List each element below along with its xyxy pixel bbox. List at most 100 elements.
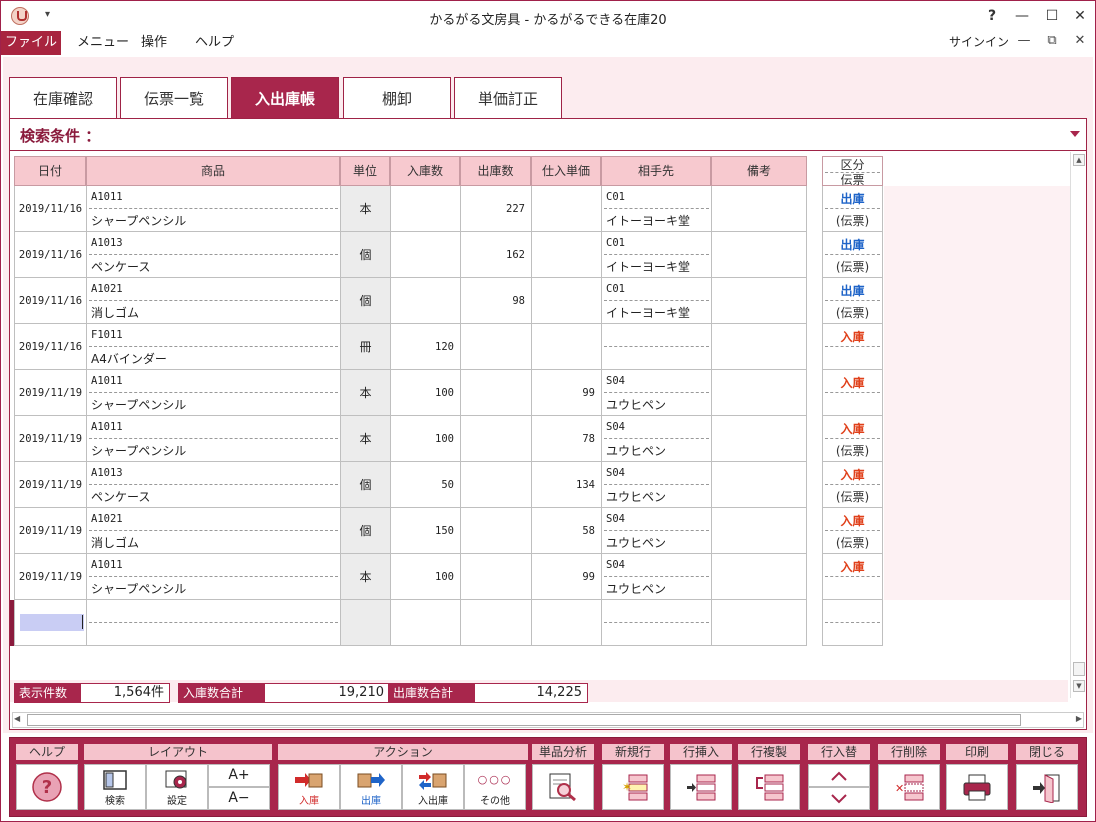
slip-label[interactable]: (伝票): [823, 258, 882, 275]
cell-unit-price[interactable]: [531, 600, 601, 646]
font-increase-button[interactable]: A+: [208, 764, 270, 787]
cell-kubun[interactable]: 出庫 (伝票): [822, 186, 883, 232]
cell-unit[interactable]: 個: [340, 462, 390, 508]
cell-date[interactable]: [10, 600, 86, 646]
menu-help[interactable]: ヘルプ: [183, 31, 246, 55]
slip-label[interactable]: (伝票): [823, 304, 882, 321]
cell-kubun[interactable]: 入庫: [822, 324, 883, 370]
cell-out-qty[interactable]: 227: [460, 186, 531, 232]
cell-in-qty[interactable]: [390, 232, 460, 278]
cell-out-qty[interactable]: [460, 324, 531, 370]
tab-stock-check[interactable]: 在庫確認: [9, 77, 117, 119]
cell-unit[interactable]: 本: [340, 554, 390, 600]
cell-kubun[interactable]: 入庫 (伝票): [822, 508, 883, 554]
move-row-up-button[interactable]: [808, 764, 870, 787]
cell-unit-price[interactable]: [531, 232, 601, 278]
signin-link[interactable]: サインイン: [949, 33, 1009, 50]
kubun-label[interactable]: 入庫: [823, 328, 882, 345]
tab-price-correction[interactable]: 単価訂正: [454, 77, 562, 119]
header-unit-price[interactable]: 仕入単価: [531, 156, 601, 186]
cell-unit[interactable]: 個: [340, 232, 390, 278]
cell-date[interactable]: 2019/11/16: [14, 324, 86, 370]
cell-date[interactable]: 2019/11/19: [14, 370, 86, 416]
cell-partner[interactable]: [601, 324, 711, 370]
cell-in-qty[interactable]: 150: [390, 508, 460, 554]
scroll-down-icon[interactable]: ▼: [1073, 680, 1085, 692]
stock-inout-button[interactable]: 入出庫: [402, 764, 464, 810]
cell-date[interactable]: 2019/11/19: [14, 462, 86, 508]
horizontal-scroll-thumb[interactable]: [27, 714, 1021, 726]
vertical-scrollbar[interactable]: ▲ ▼: [1070, 152, 1086, 698]
cell-unit-price[interactable]: 99: [531, 370, 601, 416]
cell-product[interactable]: A1011 シャープペンシル: [86, 416, 340, 462]
cell-kubun[interactable]: [822, 600, 883, 646]
cell-out-qty[interactable]: [460, 600, 531, 646]
print-button[interactable]: [946, 764, 1008, 810]
cell-kubun[interactable]: 入庫 (伝票): [822, 462, 883, 508]
cell-note[interactable]: [711, 600, 807, 646]
cell-partner[interactable]: S04 ユウヒペン: [601, 508, 711, 554]
new-row-button[interactable]: ✶: [602, 764, 664, 810]
slip-label[interactable]: (伝票): [823, 212, 882, 229]
cell-kubun[interactable]: 出庫 (伝票): [822, 278, 883, 324]
cell-unit[interactable]: 冊: [340, 324, 390, 370]
kubun-label[interactable]: 出庫: [823, 282, 882, 299]
cell-unit[interactable]: 個: [340, 278, 390, 324]
header-out-qty[interactable]: 出庫数: [460, 156, 531, 186]
close-button[interactable]: ✕: [1066, 5, 1094, 27]
stock-in-button[interactable]: 入庫: [278, 764, 340, 810]
cell-unit-price[interactable]: 99: [531, 554, 601, 600]
cell-unit-price[interactable]: 58: [531, 508, 601, 554]
cell-date[interactable]: 2019/11/16: [14, 186, 86, 232]
header-in-qty[interactable]: 入庫数: [390, 156, 460, 186]
cell-product[interactable]: A1021 消しゴム: [86, 508, 340, 554]
settings-button[interactable]: 設定: [146, 764, 208, 810]
close-screen-button[interactable]: [1016, 764, 1078, 810]
header-note[interactable]: 備考: [711, 156, 807, 186]
cell-in-qty[interactable]: 120: [390, 324, 460, 370]
copy-row-button[interactable]: [738, 764, 800, 810]
horizontal-scrollbar[interactable]: ◀ ▶: [12, 712, 1084, 728]
insert-row-button[interactable]: [670, 764, 732, 810]
cell-in-qty[interactable]: 100: [390, 416, 460, 462]
date-input[interactable]: [20, 614, 84, 631]
cell-product[interactable]: [86, 600, 340, 646]
cell-partner[interactable]: S04 ユウヒペン: [601, 462, 711, 508]
cell-partner[interactable]: C01 イトーヨーキ堂: [601, 278, 711, 324]
cell-in-qty[interactable]: [390, 186, 460, 232]
doc-minimize-button[interactable]: —: [1013, 33, 1035, 53]
tab-slip-list[interactable]: 伝票一覧: [120, 77, 228, 119]
kubun-label[interactable]: 入庫: [823, 558, 882, 575]
delete-row-button[interactable]: ✕: [878, 764, 940, 810]
slip-label[interactable]: (伝票): [823, 534, 882, 551]
cell-product[interactable]: A1013 ペンケース: [86, 232, 340, 278]
cell-partner[interactable]: C01 イトーヨーキ堂: [601, 232, 711, 278]
cell-partner[interactable]: C01 イトーヨーキ堂: [601, 186, 711, 232]
cell-partner[interactable]: [601, 600, 711, 646]
cell-note[interactable]: [711, 416, 807, 462]
cell-in-qty[interactable]: [390, 600, 460, 646]
cell-note[interactable]: [711, 370, 807, 416]
cell-product[interactable]: A1021 消しゴム: [86, 278, 340, 324]
slip-label[interactable]: (伝票): [823, 442, 882, 459]
cell-kubun[interactable]: 入庫: [822, 554, 883, 600]
cell-kubun[interactable]: 入庫: [822, 370, 883, 416]
kubun-label[interactable]: 入庫: [823, 420, 882, 437]
kubun-label[interactable]: 出庫: [823, 190, 882, 207]
cell-date[interactable]: 2019/11/16: [14, 232, 86, 278]
cell-date[interactable]: 2019/11/19: [14, 416, 86, 462]
cell-date[interactable]: 2019/11/16: [14, 278, 86, 324]
cell-unit-price[interactable]: [531, 278, 601, 324]
header-kubun[interactable]: 区分 伝票: [822, 156, 883, 187]
cell-out-qty[interactable]: [460, 462, 531, 508]
search-condition-bar[interactable]: 検索条件 ：: [10, 119, 1086, 151]
cell-in-qty[interactable]: 100: [390, 554, 460, 600]
analysis-button[interactable]: [532, 764, 594, 810]
cell-date[interactable]: 2019/11/19: [14, 508, 86, 554]
cell-product[interactable]: A1013 ペンケース: [86, 462, 340, 508]
cell-unit-price[interactable]: 134: [531, 462, 601, 508]
kubun-label[interactable]: 入庫: [823, 374, 882, 391]
scroll-up-icon[interactable]: ▲: [1073, 154, 1085, 166]
cell-out-qty[interactable]: [460, 508, 531, 554]
cell-out-qty[interactable]: 98: [460, 278, 531, 324]
